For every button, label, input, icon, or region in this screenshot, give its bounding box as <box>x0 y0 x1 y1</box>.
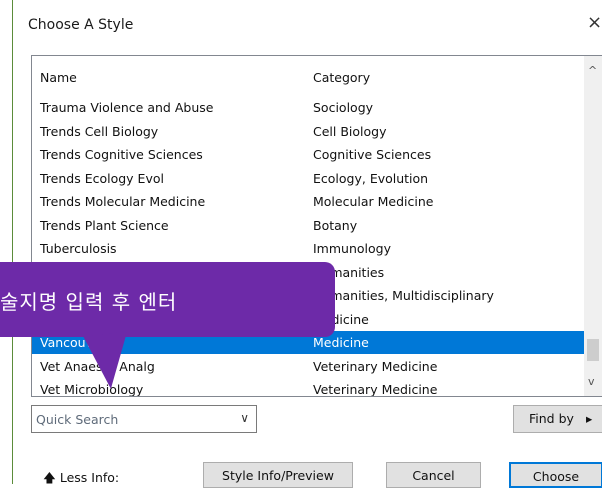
quick-search-combobox[interactable]: ∨ <box>31 405 257 433</box>
style-name: Trends Ecology Evol <box>40 170 164 186</box>
style-category: Cognitive Sciences <box>313 147 432 162</box>
cancel-button[interactable]: Cancel <box>386 462 481 488</box>
list-header: Name Category <box>32 56 602 96</box>
find-by-label: Find by <box>529 411 574 426</box>
arrow-up-icon: 🡅 <box>43 470 56 485</box>
list-item[interactable]: Trends Cognitive Sciences Cognitive Scien… <box>32 143 602 166</box>
list-item[interactable]: Tuberculosis Immunology <box>32 237 602 260</box>
column-header-name[interactable]: Name <box>40 70 77 85</box>
style-category: Humanities, Multidisciplinary <box>313 288 494 303</box>
style-category: Sociology <box>313 100 374 115</box>
close-icon[interactable]: × <box>587 12 602 33</box>
less-info-toggle[interactable]: 🡅 Less Info: <box>43 469 119 490</box>
style-category: Veterinary Medicine <box>313 358 438 374</box>
find-by-button[interactable]: Find by ▸ <box>513 405 602 433</box>
chevron-down-icon[interactable]: ∨ <box>240 411 249 425</box>
less-info-label: Less Info: <box>59 470 120 485</box>
style-name: Trauma Violence and Abuse <box>40 100 214 115</box>
style-name: Trends Cognitive Sciences <box>40 147 203 162</box>
quick-search-input[interactable] <box>34 409 233 429</box>
style-name: Trends Plant Science <box>40 217 169 233</box>
list-item[interactable]: Trauma Violence and Abuse Sociology <box>32 96 602 119</box>
vertical-scrollbar[interactable]: ^ v <box>584 56 602 396</box>
style-category: Medicine <box>313 335 369 350</box>
style-info-preview-button[interactable]: Style Info/Preview <box>203 462 353 488</box>
style-category: Cell Biology <box>313 123 387 139</box>
choose-button[interactable]: Choose <box>509 462 602 488</box>
annotation-callout: 술지명 입력 후 엔터 <box>0 262 335 337</box>
style-name: Trends Cell Biology <box>40 123 159 139</box>
style-name: Tuberculosis <box>40 241 117 256</box>
style-category: Veterinary Medicine <box>313 382 438 397</box>
list-item[interactable]: Trends Ecology Evol Ecology, Evolution <box>32 167 602 190</box>
scrollbar-thumb[interactable] <box>587 339 599 361</box>
style-category: Immunology <box>313 241 391 256</box>
list-item[interactable]: Trends Molecular Medicine Molecular Medic… <box>32 190 602 213</box>
scroll-down-icon[interactable]: v <box>588 375 595 388</box>
style-category: Molecular Medicine <box>313 194 434 209</box>
choose-style-dialog: Choose A Style × Name Category Trauma Vi… <box>12 0 602 488</box>
scroll-up-icon[interactable]: ^ <box>588 64 597 77</box>
dialog-title: Choose A Style <box>28 17 134 33</box>
style-name: Trends Molecular Medicine <box>40 194 206 209</box>
column-header-category[interactable]: Category <box>313 70 370 85</box>
list-item[interactable]: Trends Plant Science Botany <box>32 214 602 237</box>
list-item[interactable]: Trends Cell Biology Cell Biology <box>32 120 602 143</box>
annotation-text: 술지명 입력 후 엔터 <box>0 290 178 314</box>
annotation-callout-tail <box>83 331 133 392</box>
style-category: Ecology, Evolution <box>313 170 429 186</box>
caret-right-icon: ▸ <box>586 411 593 426</box>
style-category: Botany <box>313 217 358 233</box>
